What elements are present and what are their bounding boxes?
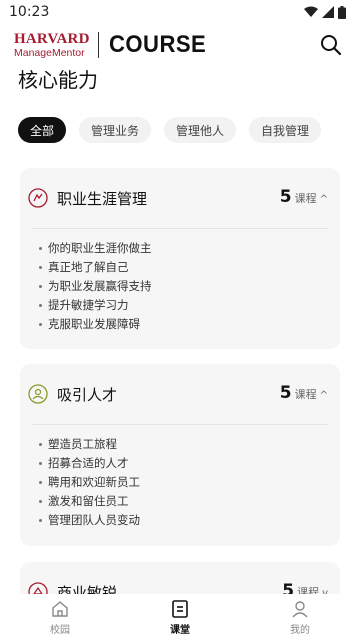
- nav-item-classroom[interactable]: 课堂: [120, 594, 240, 640]
- course-item[interactable]: 管理团队人员变动: [39, 511, 340, 530]
- battery-icon: [338, 5, 346, 19]
- profile-icon: [292, 600, 308, 617]
- course-item[interactable]: 聘用和欢迎新员工: [39, 473, 340, 492]
- course-item[interactable]: 塑造员工旅程: [39, 435, 340, 454]
- nav-label: 校园: [50, 624, 70, 636]
- card-course-count: 5 课程 ^: [280, 364, 328, 424]
- card-course-count: 5 课程 ^: [280, 168, 328, 228]
- page-title: 核心能力: [18, 68, 98, 92]
- logo-harvard-text: HARVARD: [14, 30, 90, 47]
- filter-chips: 全部 管理业务 管理他人 自我管理: [18, 117, 322, 143]
- filter-chip-self-management[interactable]: 自我管理: [249, 117, 322, 143]
- classroom-icon: [172, 599, 188, 618]
- course-list: 你的职业生涯你做主 真正地了解自己 为职业发展赢得支持 提升敏捷学习力 克服职业…: [20, 229, 340, 334]
- filter-chip-manage-others[interactable]: 管理他人: [164, 117, 237, 143]
- signal-icon: [322, 6, 334, 18]
- bottom-nav: 校园 课堂 我的: [0, 594, 360, 640]
- card-header[interactable]: 吸引人才 5 课程 ^: [20, 364, 340, 424]
- course-item[interactable]: 激发和留住员工: [39, 492, 340, 511]
- course-item[interactable]: 你的职业生涯你做主: [39, 239, 340, 258]
- course-count-unit: 课程: [294, 192, 317, 205]
- home-icon: [52, 600, 68, 617]
- course-count-unit: 课程: [294, 388, 317, 401]
- card-header[interactable]: 职业生涯管理 5 课程 ^: [20, 168, 340, 228]
- chevron-up-icon[interactable]: ^: [320, 194, 328, 205]
- career-icon: [28, 188, 48, 208]
- course-item[interactable]: 克服职业发展障碍: [39, 315, 340, 334]
- course-wordmark: COURSE: [108, 31, 206, 58]
- search-icon[interactable]: [320, 34, 342, 56]
- harvard-logo: HARVARD ManageMentor: [14, 30, 90, 59]
- course-count-number: 5: [279, 383, 292, 403]
- course-item[interactable]: 为职业发展赢得支持: [39, 277, 340, 296]
- filter-chip-manage-business[interactable]: 管理业务: [79, 117, 152, 143]
- status-bar: 10:23: [0, 0, 360, 24]
- talent-icon: [28, 384, 48, 404]
- course-item[interactable]: 真正地了解自己: [39, 258, 340, 277]
- status-icons: [304, 5, 346, 19]
- competency-card-career: 职业生涯管理 5 课程 ^ 你的职业生涯你做主 真正地了解自己 为职业发展赢得支…: [20, 168, 340, 349]
- filter-chip-all[interactable]: 全部: [18, 117, 67, 143]
- app-header: HARVARD ManageMentor COURSE: [0, 28, 360, 62]
- logo-divider: [97, 32, 99, 58]
- nav-item-campus[interactable]: 校园: [0, 594, 120, 640]
- course-list: 塑造员工旅程 招募合适的人才 聘用和欢迎新员工 激发和留住员工 管理团队人员变动: [20, 425, 340, 530]
- nav-label: 课堂: [170, 624, 190, 636]
- card-title: 职业生涯管理: [57, 189, 148, 208]
- wifi-icon: [304, 6, 318, 17]
- card-title: 吸引人才: [57, 385, 118, 404]
- competency-card-talent: 吸引人才 5 课程 ^ 塑造员工旅程 招募合适的人才 聘用和欢迎新员工 激发和留…: [20, 364, 340, 546]
- status-time: 10:23: [9, 4, 50, 20]
- nav-label: 我的: [290, 624, 310, 636]
- course-item[interactable]: 提升敏捷学习力: [39, 296, 340, 315]
- course-item[interactable]: 招募合适的人才: [39, 454, 340, 473]
- course-count-number: 5: [279, 187, 292, 207]
- logo-managementor-text: ManageMentor: [14, 46, 85, 59]
- chevron-up-icon[interactable]: ^: [320, 390, 328, 401]
- nav-item-profile[interactable]: 我的: [240, 594, 360, 640]
